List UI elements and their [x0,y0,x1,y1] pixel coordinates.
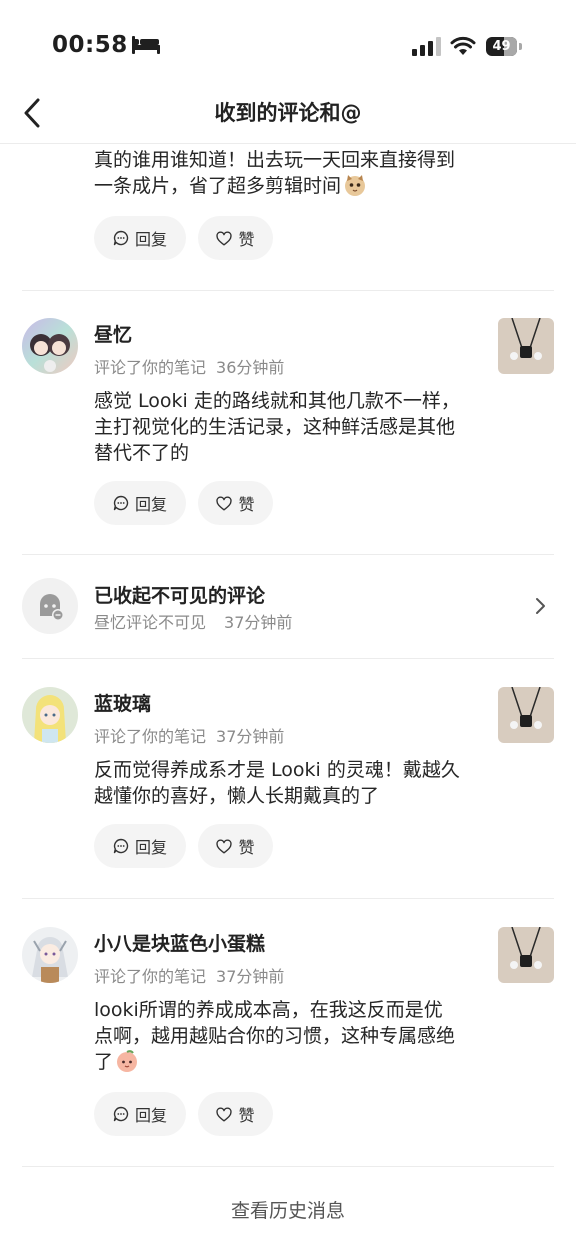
divider [22,290,554,291]
comment-line: 点啊，越用越贴合你的习惯，这种专属感绝 [94,1025,456,1047]
reply-button[interactable]: 回复 [94,481,186,525]
heart-icon [216,230,233,245]
comment-action: 评论了你的笔记 [94,358,207,377]
sleep-mode-icon [132,36,160,54]
comment-action: 评论了你的笔记 [94,727,207,746]
reply-button[interactable]: 回复 [94,824,186,868]
comment-text: looki所谓的养成成本高，在我这反而是优 点啊，越用越贴合你的习惯，这种专属感… [94,997,486,1075]
comment-text: 真的谁用谁知道！出去玩一天回来直接得到 一条成片，省了超多剪辑时间 [94,147,486,199]
comment-time: 37分钟前 [216,967,285,986]
comment-meta: 评论了你的笔记 37分钟前 [94,723,284,747]
like-button[interactable]: 赞 [198,216,273,260]
like-button[interactable]: 赞 [198,1092,273,1136]
heart-icon [216,1106,233,1121]
comment-line: looki所谓的养成成本高，在我这反而是优 [94,999,443,1021]
reply-label: 回复 [134,838,167,857]
comment-line: 一条成片，省了超多剪辑时间 [94,173,486,199]
note-thumbnail[interactable] [498,687,554,743]
cat-emoji-icon [345,175,366,196]
username[interactable]: 小八是块蓝色小蛋糕 [94,929,265,956]
divider [22,554,554,555]
like-button[interactable]: 赞 [198,481,273,525]
comment-line: 越懂你的喜好，懒人长期戴真的了 [94,785,380,807]
battery-level: 49 [492,39,511,54]
hidden-comments-subtitle: 昼忆评论不可见 [94,613,207,632]
heart-icon [216,838,233,853]
reply-button[interactable]: 回复 [94,1092,186,1136]
comment-bubble-icon [113,1106,129,1122]
cellular-signal-icon [412,37,441,56]
like-label: 赞 [238,495,255,514]
hidden-comments-title: 已收起不可见的评论 [94,585,266,607]
comment-meta: 评论了你的笔记 37分钟前 [94,963,284,987]
hidden-comments-row[interactable] [0,556,576,656]
comment-time: 36分钟前 [216,358,285,377]
comment-line: 反而觉得养成系才是 Looki 的灵魂！戴越久 [94,759,460,781]
page-title: 收到的评论和@ [214,101,362,125]
divider [22,658,554,659]
note-thumbnail[interactable] [498,318,554,374]
like-label: 赞 [238,1106,255,1125]
username[interactable]: 蓝玻璃 [94,689,151,716]
status-time: 00:58 [52,32,128,58]
reply-label: 回复 [134,1106,167,1125]
avatar[interactable] [22,927,78,983]
comment-time: 37分钟前 [216,727,285,746]
comment-line: 替代不了的 [94,442,190,464]
hidden-comments-meta: 昼忆评论不可见 37分钟前 [94,609,292,633]
nav-divider [0,143,576,144]
divider [22,1166,554,1167]
battery-icon: 49 [486,37,522,56]
comment-bubble-icon [113,838,129,854]
avatar[interactable] [22,687,78,743]
reply-label: 回复 [134,495,167,514]
reply-button[interactable]: 回复 [94,216,186,260]
reply-label: 回复 [134,230,167,249]
wifi-icon [450,36,476,55]
divider [22,898,554,899]
like-label: 赞 [238,838,255,857]
avatar[interactable] [22,318,78,374]
note-thumbnail[interactable] [498,927,554,983]
view-history-link[interactable]: 查看历史消息 [0,1196,576,1223]
comment-text: 感觉 Looki 走的路线就和其他几款不一样， 主打视觉化的生活记录，这种鲜活感… [94,388,486,466]
comment-line: 了 [94,1049,486,1075]
like-button[interactable]: 赞 [198,824,273,868]
comment-bubble-icon [113,495,129,511]
comment-line: 主打视觉化的生活记录，这种鲜活感是其他 [94,416,456,438]
comment-time: 37分钟前 [224,613,293,632]
peach-emoji-icon [117,1050,138,1072]
comment-text: 反而觉得养成系才是 Looki 的灵魂！戴越久 越懂你的喜好，懒人长期戴真的了 [94,757,486,809]
heart-icon [216,495,233,510]
comment-line: 感觉 Looki 走的路线就和其他几款不一样， [94,390,460,412]
comment-meta: 评论了你的笔记 36分钟前 [94,354,284,378]
comment-bubble-icon [113,230,129,246]
chevron-right-icon [536,598,545,614]
like-label: 赞 [238,230,255,249]
ghost-hidden-icon [22,578,78,634]
username[interactable]: 昼忆 [94,320,132,347]
comment-line: 真的谁用谁知道！出去玩一天回来直接得到 [94,149,456,171]
comment-action: 评论了你的笔记 [94,967,207,986]
